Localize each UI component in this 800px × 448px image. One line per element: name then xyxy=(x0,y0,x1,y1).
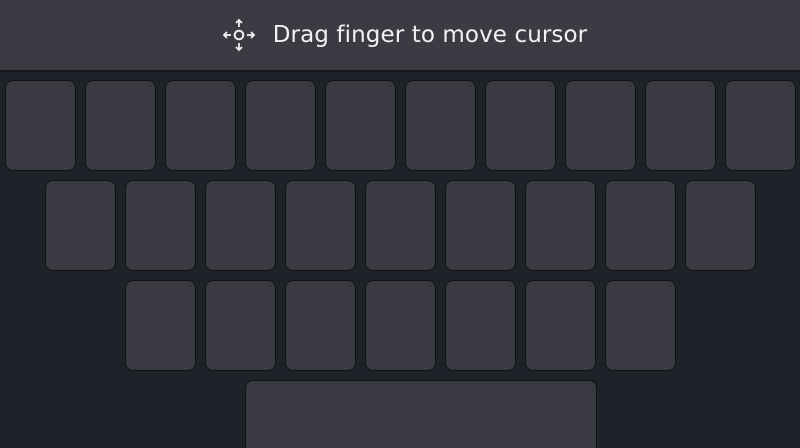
move-cursor-icon xyxy=(222,18,256,52)
key-row3-2[interactable] xyxy=(205,280,276,371)
key-row1-2[interactable] xyxy=(85,80,156,171)
key-row2-5[interactable] xyxy=(365,180,436,271)
hint-content: Drag finger to move cursor xyxy=(219,15,588,55)
key-row1-9[interactable] xyxy=(645,80,716,171)
key-row2-2[interactable] xyxy=(125,180,196,271)
key-row2-7[interactable] xyxy=(525,180,596,271)
key-row2-4[interactable] xyxy=(285,180,356,271)
key-row1-1[interactable] xyxy=(5,80,76,171)
hint-text: Drag finger to move cursor xyxy=(272,22,588,48)
key-row3-4[interactable] xyxy=(365,280,436,371)
key-row2-9[interactable] xyxy=(685,180,756,271)
key-row1-7[interactable] xyxy=(485,80,556,171)
key-row1-8[interactable] xyxy=(565,80,636,171)
key-row3-1[interactable] xyxy=(125,280,196,371)
key-row3-6[interactable] xyxy=(525,280,596,371)
key-row3-7[interactable] xyxy=(605,280,676,371)
key-row3-5[interactable] xyxy=(445,280,516,371)
key-row1-4[interactable] xyxy=(245,80,316,171)
key-row2-3[interactable] xyxy=(205,180,276,271)
key-row3-3[interactable] xyxy=(285,280,356,371)
cursor-control-keyboard[interactable]: Drag finger to move cursor xyxy=(0,0,800,448)
spacebar-key[interactable] xyxy=(245,380,597,448)
cursor-hint-bar: Drag finger to move cursor xyxy=(0,0,800,72)
key-row2-1[interactable] xyxy=(45,180,116,271)
key-row2-8[interactable] xyxy=(605,180,676,271)
key-row1-10[interactable] xyxy=(725,80,796,171)
key-row1-6[interactable] xyxy=(405,80,476,171)
key-row2-6[interactable] xyxy=(445,180,516,271)
key-row1-3[interactable] xyxy=(165,80,236,171)
key-row1-5[interactable] xyxy=(325,80,396,171)
